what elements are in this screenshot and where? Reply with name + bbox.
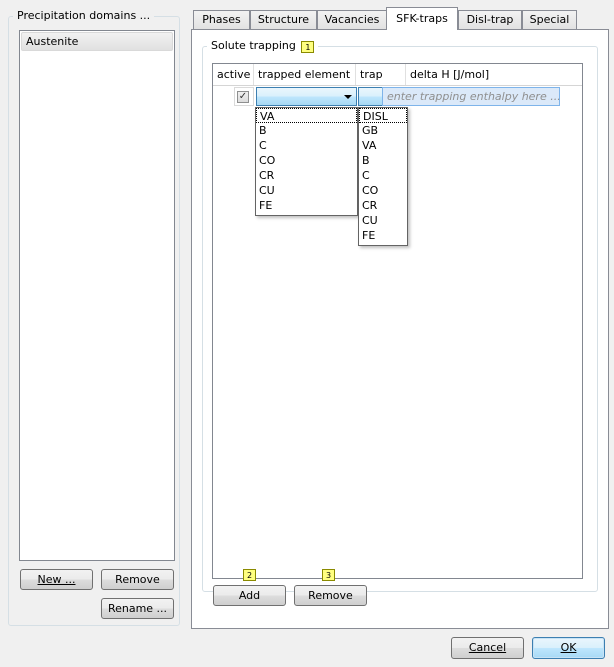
trapped-element-dropdown[interactable]: VA B C CO CR CU FE (255, 107, 358, 216)
remove-domain-button[interactable]: Remove (101, 569, 174, 590)
element-option[interactable]: FE (256, 198, 357, 213)
trap-option[interactable]: FE (359, 228, 407, 243)
delta-h-input[interactable]: enter trapping enthalpy here ... (382, 87, 560, 106)
tab-phases[interactable]: Phases (193, 10, 250, 29)
trap-option[interactable]: B (359, 153, 407, 168)
cancel-label: Cancel (468, 641, 507, 654)
column-delta-h: delta H [J/mol] (410, 68, 490, 81)
new-domain-button[interactable]: New ... (20, 569, 93, 590)
element-option[interactable]: VA (256, 108, 357, 123)
element-option[interactable]: CR (256, 168, 357, 183)
tab-vacancies[interactable]: Vacancies (317, 10, 387, 29)
element-option[interactable]: B (256, 123, 357, 138)
trapped-element-combo[interactable] (256, 87, 357, 106)
active-cell: ✓ (234, 87, 254, 106)
add-trap-button[interactable]: Add (213, 585, 286, 606)
new-domain-label: New ... (37, 573, 76, 586)
list-item-austenite[interactable]: Austenite (21, 32, 173, 51)
help-badge-1: 1 (301, 41, 315, 53)
trap-option[interactable]: DISL (359, 108, 407, 123)
trap-option[interactable]: CO (359, 183, 407, 198)
tab-special[interactable]: Special (522, 10, 577, 29)
element-option[interactable]: CO (256, 153, 357, 168)
solute-trapping-title: Solute trapping 1 (207, 39, 319, 53)
table-header: active trapped element trap delta H [J/m… (213, 64, 582, 86)
trap-dropdown[interactable]: DISL GB VA B C CO CR CU FE (358, 107, 408, 246)
rename-domain-button[interactable]: Rename ... (101, 598, 174, 619)
help-badge-2: 2 (243, 569, 256, 581)
trap-option[interactable]: GB (359, 123, 407, 138)
trap-option[interactable]: VA (359, 138, 407, 153)
column-trap: trap (356, 64, 406, 85)
cancel-button[interactable]: Cancel (451, 637, 524, 659)
remove-trap-button[interactable]: Remove (294, 585, 367, 606)
trap-option[interactable]: CU (359, 213, 407, 228)
tab-sfk-traps[interactable]: SFK-traps (386, 7, 458, 30)
help-badge-3: 3 (322, 569, 335, 581)
table-row: ✓ enter trapping enthalpy here ... (234, 87, 581, 106)
element-option[interactable]: CU (256, 183, 357, 198)
column-active: active (213, 64, 254, 85)
element-option[interactable]: C (256, 138, 357, 153)
ok-button[interactable]: OK (532, 637, 605, 659)
domains-list[interactable]: Austenite (19, 30, 175, 561)
sfk-traps-panel: Solute trapping 1 active trapped element… (191, 29, 609, 629)
solute-trapping-label: Solute trapping (211, 39, 296, 52)
tab-disl-trap[interactable]: Disl-trap (458, 10, 522, 29)
chevron-down-icon (344, 95, 352, 99)
ok-label: OK (560, 641, 577, 654)
trap-option[interactable]: CR (359, 198, 407, 213)
tab-structure[interactable]: Structure (250, 10, 317, 29)
precipitation-domains-title: Precipitation domains ... (13, 9, 155, 22)
column-trapped-element: trapped element (254, 64, 356, 85)
active-checkbox[interactable]: ✓ (237, 91, 249, 103)
trap-option[interactable]: C (359, 168, 407, 183)
